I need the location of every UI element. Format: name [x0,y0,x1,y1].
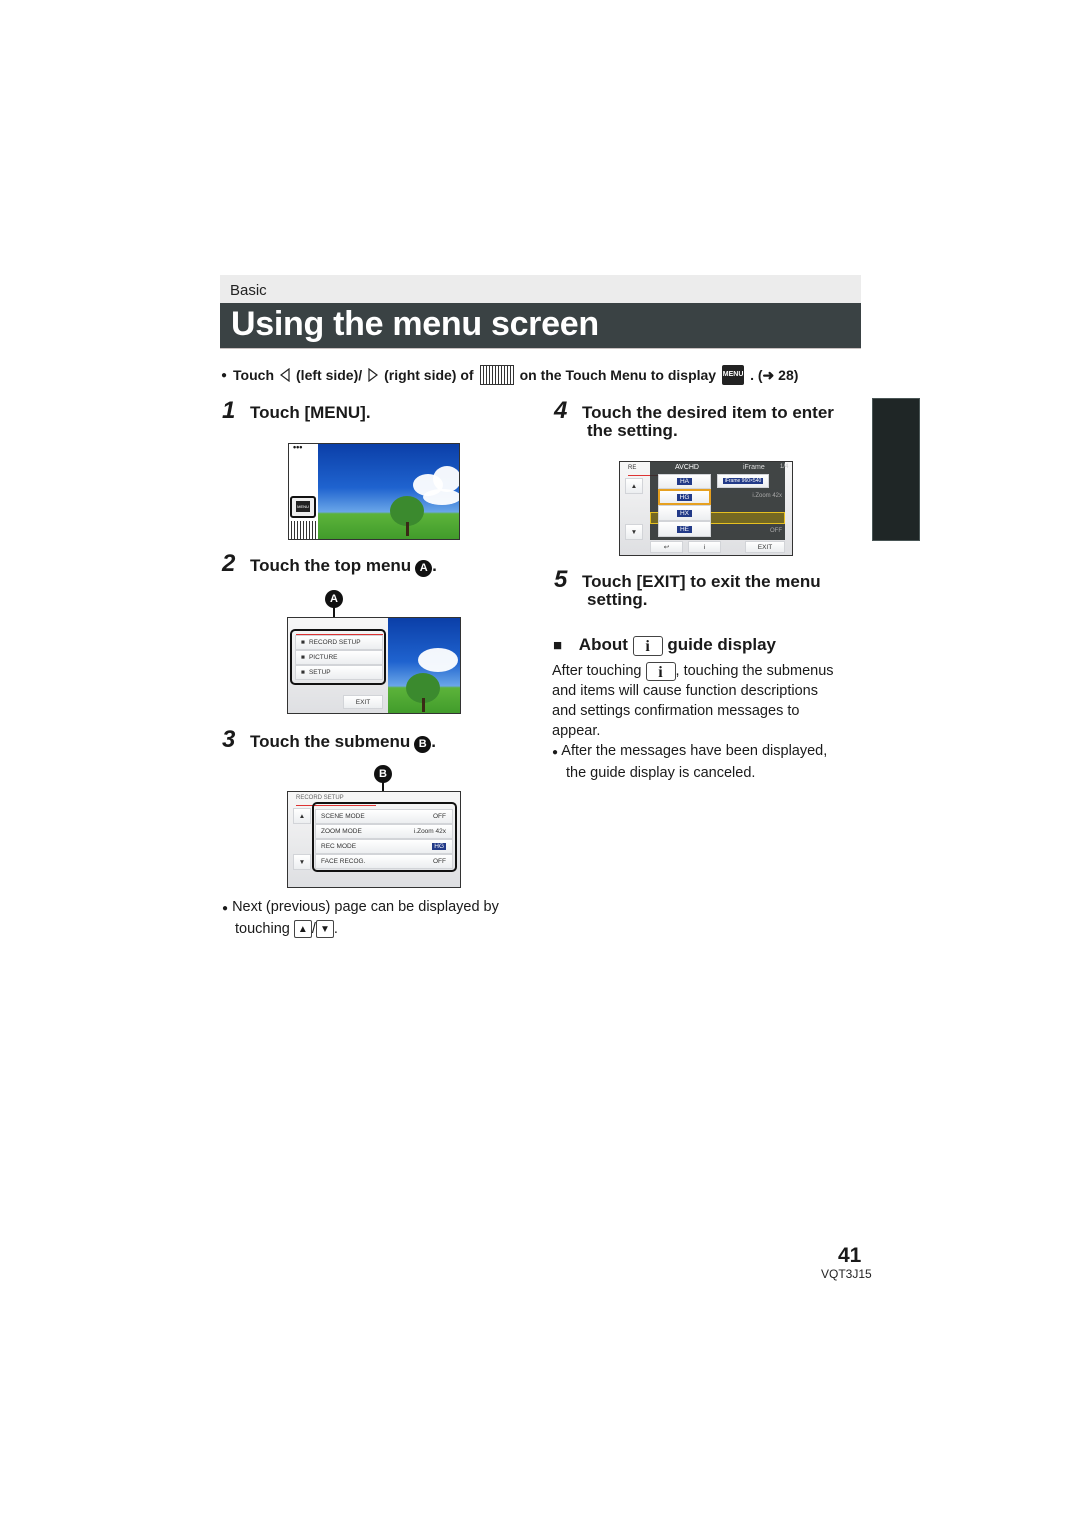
callout-b: B [374,765,392,783]
step-1: 1 Touch [MENU]. [222,397,371,425]
return-icon: ↩ [663,544,670,551]
page-title: Using the menu screen [231,305,599,343]
marker-a: A [415,560,433,577]
info-icon: i [703,543,706,551]
bullet: ● [221,369,228,381]
step-number: 5 [554,566,568,593]
option-iframe[interactable]: iFrame 960×540 [717,474,769,488]
submenu-header: RECORD SETUP [296,795,344,801]
step-2: 2 Touch the top menu A. [222,550,437,577]
step-number: 2 [222,550,236,577]
touch-menu-strip-icon [479,365,514,385]
step-3: 3 Touch the submenu B. [222,726,436,753]
option-hx[interactable]: HX [658,505,711,521]
intro-line: ● Touch (left side)/ (right side) of on … [221,365,798,385]
intro-touch: Touch [233,367,275,383]
marker-b: B [414,736,432,753]
down-arrow-icon: ▼ [315,920,334,939]
step-text: Touch the top menu [250,556,412,575]
info-icon: i [632,635,663,656]
callout-box-a [290,629,386,685]
screen-2-illustration: ■ RECORD SETUP ■ PICTURE ■ SETUP EXIT [287,617,461,714]
step-number: 3 [222,726,236,753]
intro-ref: . (➜ 28) [750,366,799,383]
page-down-button[interactable]: ▼ [625,524,643,540]
step-text-cont: the setting. [587,421,678,440]
intro-left: (left side)/ [296,367,363,383]
page-up-button[interactable]: ▲ [625,478,643,494]
up-arrow-icon: ▲ [293,920,312,939]
dots: ••• [293,443,303,452]
chapter-thumb-tab [872,398,920,541]
screen-4-illustration: RE ▲ ▼ AVCHD iFrame 1/4 HA HG HX HE iFra… [619,461,793,556]
document-code: VQT3J15 [821,1267,872,1281]
page-number: 41 [838,1244,862,1267]
step-text: Touch the desired item to enter [582,403,834,422]
page-down-button[interactable]: ▼ [293,854,311,870]
guide-button[interactable]: i [688,541,721,553]
menu-button-label: MENU [296,501,310,512]
landscape-image [388,618,460,713]
screen-3-illustration: RECORD SETUP ▲ ▼ SCENE MODE OFF ZOOM MODE… [287,791,461,888]
exit-button[interactable]: EXIT [745,541,785,553]
back-button[interactable]: ↩ [650,541,683,553]
touch-menu-panel: ••• MENU [289,443,319,539]
screen-1-illustration: ••• MENU [288,443,460,540]
menu-button[interactable]: MENU [290,496,316,518]
intro-on-menu: on the Touch Menu to display [519,367,717,383]
right-triangle-icon [368,368,379,382]
callout-box-b [312,802,457,872]
landscape-image [318,444,459,539]
left-triangle-icon [280,368,290,382]
step-text: Touch [EXIT] to exit the menu [582,572,821,591]
option-he[interactable]: HE [658,521,711,537]
rec-mode-popup: AVCHD iFrame 1/4 HA HG HX HE iFrame 960×… [650,462,788,540]
square-bullet: ■ [553,637,563,654]
info-icon: i [645,661,676,681]
touch-menu-strip-icon[interactable] [289,521,317,539]
option-hg-selected[interactable]: HG [658,489,711,505]
step-text-cont: setting. [587,590,648,609]
page-up-button[interactable]: ▲ [293,808,311,824]
step-text: Touch the submenu [250,732,411,751]
step-number: 4 [554,397,568,424]
next-page-note: ● Next (previous) page can be displayed … [222,899,499,939]
callout-a: A [325,590,343,608]
menu-icon: MENU [722,365,745,385]
section-label: Basic [230,282,267,299]
intro-right: (right side) of [384,367,474,383]
step-4: 4 Touch the desired item to enter the se… [554,397,834,440]
about-heading: ■ About i guide display [553,635,776,656]
step-text: Touch [MENU]. [250,403,371,422]
step-number: 1 [222,397,236,424]
section-bar [220,275,861,303]
about-paragraph: After touching i, touching the submenus … [552,661,834,781]
step-5: 5 Touch [EXIT] to exit the menu setting. [554,566,821,609]
option-ha[interactable]: HA [658,474,711,489]
exit-button[interactable]: EXIT [343,695,383,709]
